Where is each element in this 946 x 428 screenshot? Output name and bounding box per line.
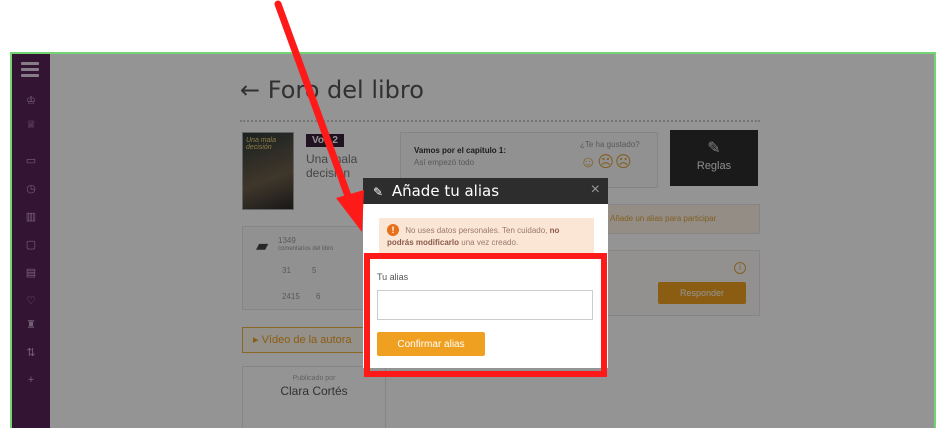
pointer-arrow-icon	[274, 0, 364, 232]
